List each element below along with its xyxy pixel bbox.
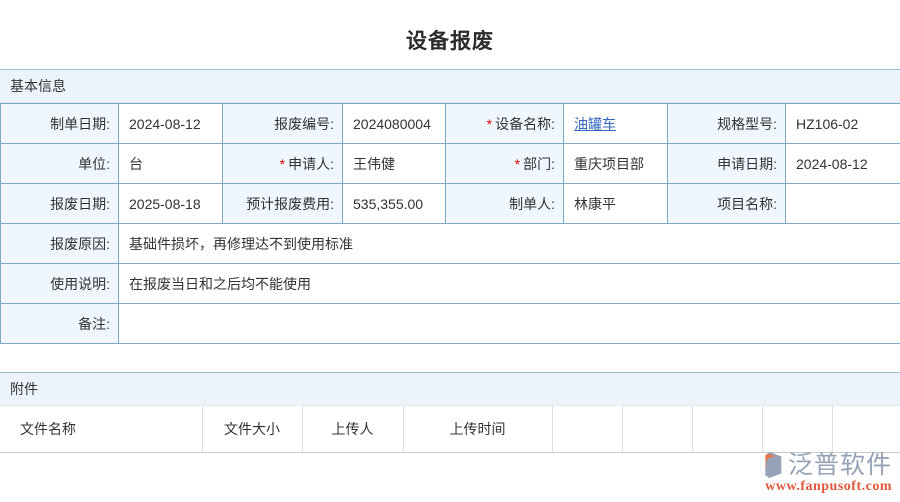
required-marker: * bbox=[515, 156, 520, 172]
section-header-basic-info-label: 基本信息 bbox=[10, 76, 66, 96]
table-row: 使用说明: 在报废当日和之后均不能使用 bbox=[1, 264, 900, 304]
table-row: 报废原因: 基础件损坏，再修理达不到使用标准 bbox=[1, 224, 900, 264]
field-label-text: 制单人: bbox=[509, 196, 555, 212]
column-header-file-size: 文件大小 bbox=[202, 406, 302, 452]
section-header-attachments: 附件 bbox=[0, 372, 900, 406]
page-title: 设备报废 bbox=[0, 0, 900, 54]
field-value-project-name bbox=[786, 184, 900, 224]
field-label-text: 制单日期: bbox=[50, 116, 110, 132]
field-label-text: 报废编号: bbox=[274, 116, 334, 132]
field-label-department: *部门: bbox=[446, 144, 564, 184]
field-label-text: 使用说明: bbox=[50, 276, 110, 292]
field-label-text: 设备名称: bbox=[495, 116, 555, 132]
field-label-create-date: 制单日期: bbox=[1, 104, 119, 144]
column-header-uploader: 上传人 bbox=[302, 406, 403, 452]
field-label-text: 申请日期: bbox=[717, 156, 777, 172]
field-value-estimated-cost: 535,355.00 bbox=[343, 184, 446, 224]
field-label-text: 备注: bbox=[78, 316, 110, 332]
field-label-text: 单位: bbox=[78, 156, 110, 172]
field-label-scrap-no: 报废编号: bbox=[223, 104, 343, 144]
attachments-header-row: 文件名称 文件大小 上传人 上传时间 bbox=[0, 406, 900, 452]
field-value-department: 重庆项目部 bbox=[564, 144, 668, 184]
section-header-basic-info: 基本信息 bbox=[0, 69, 900, 103]
column-header-file-name: 文件名称 bbox=[0, 406, 202, 452]
table-row: 制单日期: 2024-08-12 报废编号: 2024080004 *设备名称:… bbox=[1, 104, 900, 144]
field-label-spec-model: 规格型号: bbox=[668, 104, 786, 144]
field-label-estimated-cost: 预计报废费用: bbox=[223, 184, 343, 224]
column-header-empty bbox=[762, 406, 832, 452]
field-label-text: 申请人: bbox=[288, 156, 334, 172]
field-label-scrap-date: 报废日期: bbox=[1, 184, 119, 224]
column-header-empty bbox=[622, 406, 692, 452]
field-value-equipment-name: 油罐车 bbox=[564, 104, 668, 144]
field-value-scrap-reason: 基础件损坏，再修理达不到使用标准 bbox=[119, 224, 900, 264]
field-value-apply-date: 2024-08-12 bbox=[786, 144, 900, 184]
basic-info-table: 制单日期: 2024-08-12 报废编号: 2024080004 *设备名称:… bbox=[0, 103, 900, 344]
field-label-text: 预计报废费用: bbox=[246, 196, 334, 212]
fanpu-logo-icon bbox=[756, 450, 786, 480]
field-value-usage-note: 在报废当日和之后均不能使用 bbox=[119, 264, 900, 304]
section-header-attachments-label: 附件 bbox=[10, 379, 38, 399]
field-label-applicant: *申请人: bbox=[223, 144, 343, 184]
table-row: 报废日期: 2025-08-18 预计报废费用: 535,355.00 制单人:… bbox=[1, 184, 900, 224]
field-label-apply-date: 申请日期: bbox=[668, 144, 786, 184]
field-label-unit: 单位: bbox=[1, 144, 119, 184]
field-label-text: 部门: bbox=[523, 156, 555, 172]
vendor-brand-name: 泛普软件 bbox=[788, 453, 892, 478]
equipment-name-link[interactable]: 油罐车 bbox=[574, 116, 616, 132]
field-label-scrap-reason: 报废原因: bbox=[1, 224, 119, 264]
table-row: 单位: 台 *申请人: 王伟健 *部门: 重庆项目部 申请日期: 2024-08… bbox=[1, 144, 900, 184]
field-label-creator: 制单人: bbox=[446, 184, 564, 224]
attachments-table: 文件名称 文件大小 上传人 上传时间 bbox=[0, 406, 900, 453]
field-label-remarks: 备注: bbox=[1, 304, 119, 344]
field-label-text: 规格型号: bbox=[717, 116, 777, 132]
field-value-scrap-date: 2025-08-18 bbox=[119, 184, 223, 224]
field-label-project-name: 项目名称: bbox=[668, 184, 786, 224]
field-label-text: 报废原因: bbox=[50, 236, 110, 252]
field-value-scrap-no: 2024080004 bbox=[343, 104, 446, 144]
field-value-remarks bbox=[119, 304, 900, 344]
field-value-spec-model: HZ106-02 bbox=[786, 104, 900, 144]
field-label-equipment-name: *设备名称: bbox=[446, 104, 564, 144]
column-header-empty bbox=[832, 406, 900, 452]
field-value-create-date: 2024-08-12 bbox=[119, 104, 223, 144]
section-spacer bbox=[0, 344, 900, 357]
vendor-website-url: www.fanpusoft.com bbox=[756, 479, 892, 495]
column-header-empty bbox=[692, 406, 762, 452]
required-marker: * bbox=[280, 156, 285, 172]
field-value-creator: 林康平 bbox=[564, 184, 668, 224]
field-label-text: 项目名称: bbox=[717, 196, 777, 212]
field-label-text: 报废日期: bbox=[50, 196, 110, 212]
field-label-usage-note: 使用说明: bbox=[1, 264, 119, 304]
field-value-applicant: 王伟健 bbox=[343, 144, 446, 184]
column-header-empty bbox=[552, 406, 622, 452]
field-value-unit: 台 bbox=[119, 144, 223, 184]
table-row: 备注: bbox=[1, 304, 900, 344]
column-header-upload-time: 上传时间 bbox=[403, 406, 552, 452]
vendor-logo: 泛普软件 www.fanpusoft.com bbox=[756, 450, 892, 495]
required-marker: * bbox=[487, 116, 492, 132]
